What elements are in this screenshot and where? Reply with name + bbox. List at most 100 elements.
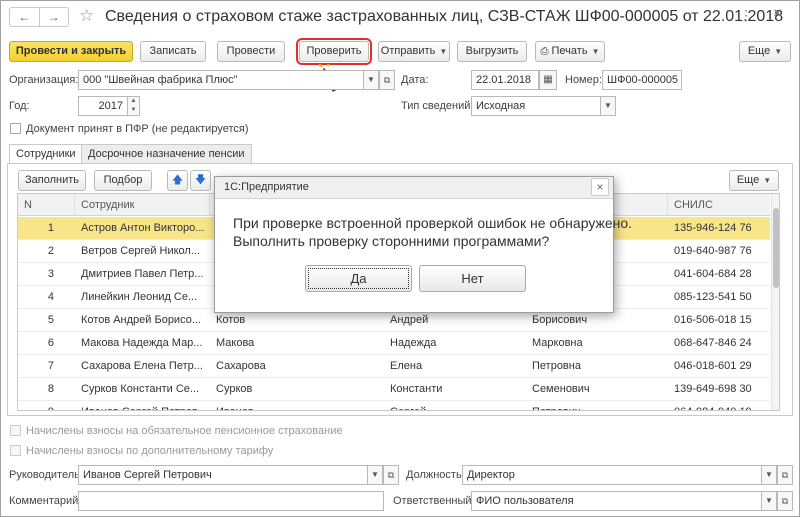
cell-lastname: Иванов (210, 401, 384, 410)
year-stepper[interactable]: ▲ ▼ (127, 96, 140, 116)
chevron-down-icon: ▼ (763, 176, 772, 185)
document-window: ← → ☆ Сведения о страховом стаже застрах… (0, 0, 800, 517)
chevron-down-icon[interactable]: ▼ (761, 465, 777, 485)
cell-lastname: Сахарова (216, 360, 266, 372)
table-row[interactable]: 8 Сурков Константи Се... Сурков Константи Се… (18, 378, 770, 401)
dialog-title-bar: 1С:Предприятие × (215, 177, 613, 199)
close-icon[interactable]: × (773, 5, 782, 23)
date-label: Дата: (401, 74, 429, 86)
cell-middlename: Петрович (526, 401, 668, 410)
cell-employee: Иванов Сергей Петров... (75, 401, 210, 410)
head-label: Руководитель: (9, 469, 83, 481)
chevron-down-icon: ▼ (774, 47, 783, 56)
favorite-star-icon[interactable]: ☆ (79, 6, 94, 26)
dialog-message-line-1: При проверке встроенной проверкой ошибок… (233, 215, 633, 231)
table-row[interactable]: 9 Иванов Сергей Петров...ИвановСергейПетр… (18, 401, 770, 410)
chevron-down-icon[interactable]: ▼ (761, 491, 777, 511)
yes-button[interactable]: Да (305, 265, 412, 292)
table-scrollbar[interactable] (771, 194, 779, 410)
forward-arrow-icon[interactable]: → (40, 8, 69, 26)
chevron-down-icon[interactable]: ▼ (363, 70, 379, 90)
cell-snils: 046-018-601 29 (674, 360, 752, 372)
cell-n: 5 (47, 314, 54, 326)
chevron-down-icon[interactable]: ▼ (367, 465, 383, 485)
cell-snils: 041-604-684 28 (674, 268, 752, 280)
move-down-icon[interactable]: 🡇 (190, 170, 211, 191)
tab-employees[interactable]: Сотрудники (9, 144, 83, 164)
dialog-close-icon[interactable]: × (591, 178, 609, 196)
position-label: Должность: (406, 469, 465, 481)
more-options-icon[interactable]: ⋮ (739, 7, 754, 24)
cell-n: 9 (18, 401, 60, 410)
cell-lastname: Макова (216, 337, 255, 349)
tab-early-pension[interactable]: Досрочное назначение пенсии (81, 144, 252, 163)
cell-snils: 135-946-124 76 (674, 222, 752, 234)
responsible-label: Ответственный: (393, 495, 475, 507)
export-button[interactable]: Выгрузить (457, 41, 527, 62)
column-header-employee[interactable]: Сотрудник (75, 194, 210, 216)
open-link-icon[interactable]: ⧉ (777, 491, 793, 511)
post-and-close-button[interactable]: Провести и закрыть (9, 41, 133, 62)
date-field[interactable]: 22.01.2018 (471, 70, 539, 90)
send-button[interactable]: Отправить ▼ (378, 41, 450, 62)
table-row[interactable]: 7 Сахарова Елена Петр... Сахарова Елена Петр… (18, 355, 770, 378)
print-label: Печать (551, 45, 588, 57)
more-label: Еще (747, 45, 771, 57)
year-label: Год: (9, 100, 30, 112)
post-button[interactable]: Провести (217, 41, 285, 62)
print-button[interactable]: ⎙ Печать ▼ (535, 41, 605, 62)
back-arrow-icon[interactable]: ← (10, 8, 40, 26)
fill-button[interactable]: Заполнить (18, 170, 86, 191)
title-bar: ← → ☆ Сведения о страховом стаже застрах… (1, 1, 799, 33)
org-field[interactable]: 000 "Швейная фабрика Плюс" (78, 70, 364, 90)
table-row[interactable]: 6 Макова Надежда Мар... Макова Надежда Марко… (18, 332, 770, 355)
table-more-label: Еще (736, 174, 760, 186)
additional-checkbox[interactable] (10, 445, 21, 456)
table-more-button[interactable]: Еще ▼ (729, 170, 779, 191)
cell-firstname: Сергей (384, 401, 526, 410)
comment-field[interactable] (78, 491, 384, 511)
calendar-icon[interactable]: ▦ (539, 70, 557, 90)
cell-n: 1 (47, 222, 54, 234)
cell-firstname: Константи (390, 383, 443, 395)
cell-employee: Сахарова Елена Петр... (81, 360, 203, 372)
head-field[interactable]: Иванов Сергей Петрович (78, 465, 368, 485)
open-link-icon[interactable]: ⧉ (777, 465, 793, 485)
more-button[interactable]: Еще ▼ (739, 41, 791, 62)
no-button[interactable]: Нет (419, 265, 526, 292)
cell-firstname: Надежда (390, 337, 437, 349)
check-button[interactable]: Проверить (296, 38, 372, 65)
cell-n: 6 (47, 337, 54, 349)
save-button[interactable]: Записать (140, 41, 206, 62)
responsible-field[interactable]: ФИО пользователя (471, 491, 762, 511)
cell-snils: 068-647-846 24 (674, 337, 752, 349)
printer-icon: ⎙ (540, 46, 549, 57)
chevron-down-icon: ▼ (591, 47, 600, 56)
accepted-checkbox[interactable] (10, 123, 21, 134)
cell-middlename: Марковна (532, 337, 583, 349)
confirm-dialog: 1С:Предприятие × При проверке встроенной… (214, 176, 632, 313)
number-field[interactable]: ШФ00-000005 (602, 70, 682, 90)
column-header-snils[interactable]: СНИЛС (668, 194, 770, 216)
cell-employee: Котов Андрей Борисо... (81, 314, 201, 326)
cell-employee: Макова Надежда Мар... (81, 337, 203, 349)
cell-n: 2 (47, 245, 54, 257)
select-button[interactable]: Подбор (94, 170, 152, 191)
cell-n: 8 (47, 383, 54, 395)
position-field[interactable]: Директор (462, 465, 762, 485)
chevron-down-icon[interactable]: ▼ (600, 96, 616, 116)
open-link-icon[interactable]: ⧉ (383, 465, 399, 485)
cell-employee: Астров Антон Викторо... (81, 222, 205, 234)
year-field[interactable]: 2017 (78, 96, 128, 116)
column-header-n[interactable]: N (18, 194, 75, 216)
chevron-down-icon: ▼ (439, 47, 448, 56)
window-title: Сведения о страховом стаже застрахованны… (105, 8, 784, 25)
scrollbar-thumb[interactable] (773, 208, 779, 288)
send-label: Отправить (380, 45, 436, 57)
mandatory-checkbox[interactable] (10, 425, 21, 436)
info-type-field[interactable]: Исходная (471, 96, 601, 116)
nav-buttons: ← → (9, 7, 69, 27)
open-link-icon[interactable]: ⧉ (379, 70, 395, 90)
move-up-icon[interactable]: 🡅 (167, 170, 188, 191)
cell-n: 4 (47, 291, 54, 303)
